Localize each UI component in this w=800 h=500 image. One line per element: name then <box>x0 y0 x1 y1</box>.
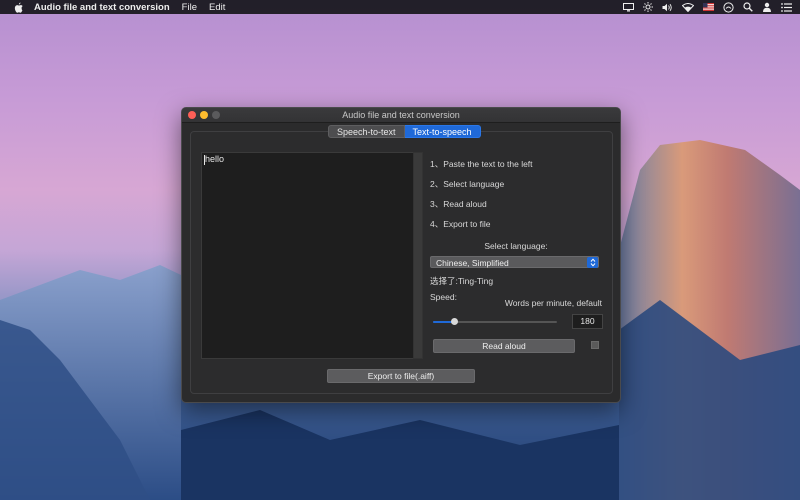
zoom-button[interactable] <box>212 111 220 119</box>
brightness-icon[interactable] <box>643 2 653 12</box>
chevron-updown-icon <box>587 257 598 268</box>
menu-bar: Audio file and text conversion File Edit <box>0 0 800 14</box>
tab-text-to-speech[interactable]: Text-to-speech <box>404 125 481 138</box>
language-select-value: Chinese, Simplified <box>436 258 509 268</box>
instruction-steps: 1、Paste the text to the left 2、Select la… <box>430 158 610 238</box>
read-aloud-button[interactable]: Read aloud <box>433 339 575 353</box>
tab-content-panel: hello 1、Paste the text to the left 2、Sel… <box>190 131 613 394</box>
app-name-menu[interactable]: Audio file and text conversion <box>34 2 170 13</box>
text-content: hello <box>205 154 225 164</box>
wifi-icon[interactable] <box>682 2 694 12</box>
window-title: Audio file and text conversion <box>342 110 460 120</box>
wpm-label: Words per minute, default <box>504 298 602 308</box>
select-language-label: Select language: <box>484 241 548 251</box>
speed-slider-thumb[interactable] <box>451 318 459 325</box>
list-icon[interactable] <box>781 2 792 12</box>
tab-bar: Speech-to-text Text-to-speech <box>328 125 481 138</box>
apple-icon[interactable] <box>12 1 24 13</box>
step-paste: 1、Paste the text to the left <box>430 159 533 169</box>
tab-speech-to-text[interactable]: Speech-to-text <box>328 125 405 138</box>
speed-label: Speed: <box>430 292 457 302</box>
volume-icon[interactable] <box>662 3 673 12</box>
status-area <box>623 0 792 14</box>
option-checkbox[interactable] <box>591 341 599 349</box>
step-read-aloud: 3、Read aloud <box>430 199 487 209</box>
minimize-button[interactable] <box>200 111 208 119</box>
title-bar[interactable]: Audio file and text conversion <box>182 108 620 123</box>
text-input-area[interactable]: hello <box>201 152 415 359</box>
search-icon[interactable] <box>743 2 753 12</box>
us-flag-icon[interactable] <box>703 3 714 11</box>
chosen-voice-label: 选择了:Ting-Ting <box>430 276 494 286</box>
clock-icon[interactable] <box>723 1 734 13</box>
close-button[interactable] <box>188 111 196 119</box>
text-scrollbar[interactable] <box>413 152 423 359</box>
export-button[interactable]: Export to file(.aiff) <box>327 369 475 383</box>
display-icon[interactable] <box>623 2 634 12</box>
language-select[interactable]: Chinese, Simplified <box>430 256 599 268</box>
app-window: Audio file and text conversion Speech-to… <box>181 107 621 403</box>
user-icon[interactable] <box>762 2 772 12</box>
step-export: 4、Export to file <box>430 219 491 229</box>
step-select-language: 2、Select language <box>430 179 505 189</box>
speed-slider[interactable] <box>433 318 557 325</box>
wpm-input[interactable]: 180 <box>572 314 603 329</box>
menu-file[interactable]: File <box>182 2 197 13</box>
menu-edit[interactable]: Edit <box>209 2 225 13</box>
